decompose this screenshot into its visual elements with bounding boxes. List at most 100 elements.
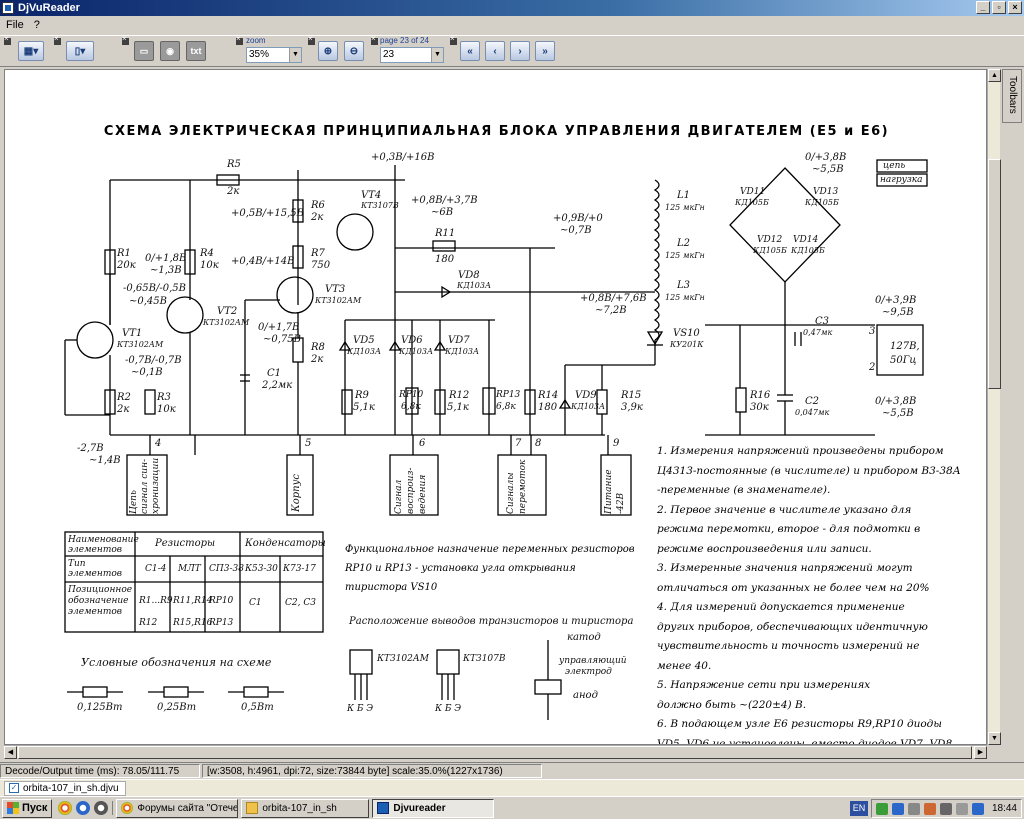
network-icon[interactable] [971, 802, 984, 815]
toolbar-grip-icon[interactable] [371, 34, 378, 45]
toolbar-grip-icon[interactable] [450, 34, 457, 45]
tray-icon[interactable] [891, 802, 904, 815]
label-vt1-type: КТ3102АМ [117, 340, 164, 349]
label-vt1-e: -0,7В/-0,7В [125, 355, 182, 366]
pin-4: 4 [155, 438, 162, 449]
restore-button[interactable]: ▫ [992, 1, 1006, 14]
toolbar-grip-icon[interactable] [236, 34, 243, 45]
connector-78-label: Сигналы перемоток [505, 458, 545, 514]
toolbar-grip-icon[interactable] [4, 34, 11, 45]
zoom-value: 35% [249, 49, 270, 60]
prev-page-button[interactable]: ‹ [485, 41, 505, 61]
file-tab[interactable]: ✓ orbita-107_in_sh.djvu [4, 780, 126, 796]
tray-icon[interactable] [907, 802, 920, 815]
note-line: других приборов, обеспечивающих идентичн… [657, 620, 928, 633]
page-label: page 23 of 24 [380, 36, 429, 45]
zoom-in-button[interactable]: ⊕ [318, 41, 338, 61]
layout-button[interactable]: ▦▾ [18, 41, 44, 61]
zoom-out-button[interactable]: ⊖ [344, 41, 364, 61]
label-vt2-type: КТ3102АМ [203, 318, 250, 327]
title-bar[interactable]: DjVuReader _ ▫ × [0, 0, 1024, 16]
notes-block: 1. Измерения напряжений произведены приб… [657, 442, 961, 744]
note-line: режима перемотки, второе - для подмотки … [657, 523, 921, 535]
menu-file[interactable]: File [6, 19, 24, 31]
vertical-scrollbar[interactable]: ▲ ▼ [987, 69, 1001, 745]
last-page-button[interactable]: » [535, 41, 555, 61]
tray-icon[interactable] [875, 802, 888, 815]
table-header-resistors: Резисторы [155, 538, 216, 549]
next-page-button[interactable]: › [510, 41, 530, 61]
menu-help[interactable]: ? [34, 19, 40, 31]
tray-icon[interactable] [955, 802, 968, 815]
browser-icon[interactable] [76, 801, 91, 815]
note-line: режиме воспроизведения или записи. [657, 542, 872, 555]
start-button[interactable]: Пуск [2, 798, 53, 818]
clock[interactable]: 18:44 [992, 803, 1017, 814]
label-l2-value: 125 мкГн [665, 251, 705, 260]
volume-icon[interactable] [939, 802, 952, 815]
parts-table: Наименование элементов Резисторы Конденс… [65, 532, 326, 632]
label-vt4-e2: ~6В [431, 207, 454, 218]
label-vd8-type: КД103А [457, 281, 492, 290]
media-player-icon[interactable] [94, 801, 109, 815]
label-pin4-v2: ~1,4В [89, 455, 121, 466]
text-mode-button[interactable]: txt [186, 41, 206, 61]
toolbars-side-tab[interactable]: Toolbars [1002, 69, 1022, 123]
label-vd9-type: КД103А [571, 402, 606, 411]
horizontal-scrollbar[interactable]: ◀ ▶ [4, 745, 987, 759]
scroll-up-icon[interactable]: ▲ [988, 69, 1001, 82]
toolbar-grip-icon[interactable] [308, 34, 315, 45]
label-r9-value: 5,1к [353, 402, 375, 413]
scroll-thumb[interactable] [988, 159, 1001, 389]
note-line: Ц4313-постоянные (в числителе) и приборо… [657, 464, 961, 477]
label-r7-value: 750 [311, 260, 331, 271]
scroll-left-icon[interactable]: ◀ [4, 746, 17, 759]
chevron-down-icon: ▼ [289, 48, 301, 62]
pinout-t2: КТ3107В [463, 654, 506, 664]
app-icon [2, 2, 14, 14]
scroll-down-icon[interactable]: ▼ [988, 732, 1001, 745]
scroll-right-icon[interactable]: ▶ [974, 746, 987, 759]
document-view[interactable]: СХЕМА ЭЛЕКТРИЧЕСКАЯ ПРИНЦИПИАЛЬНАЯ БЛОКА… [4, 69, 987, 745]
label-vt3-e2: ~0,75В [263, 334, 301, 345]
minimize-button[interactable]: _ [976, 1, 990, 14]
select-rect-button[interactable]: ▭ [134, 41, 154, 61]
close-button[interactable]: × [1008, 1, 1022, 14]
page-select[interactable]: 23 ▼ [380, 47, 444, 63]
table-cell: СП3-38 [209, 564, 244, 574]
language-indicator[interactable]: EN [850, 801, 868, 816]
label-top-vt4: +0,3В/+16В [371, 152, 435, 163]
toolbar-grip-icon[interactable] [122, 34, 129, 45]
label-r14-value: 180 [538, 402, 558, 413]
page-view-button[interactable]: ▯▾ [66, 41, 94, 61]
table-cell: R11,R14 R15,R16 [173, 596, 213, 628]
zoom-select[interactable]: 35% ▼ [246, 47, 302, 63]
label-r11: R11 [435, 228, 456, 239]
zoom-label: zoom [246, 36, 266, 45]
label-l2: L2 [677, 238, 691, 249]
label-r6: R6 [311, 200, 325, 211]
connector-9-label: Питание -42В [603, 458, 631, 514]
task-folder[interactable]: orbita-107_in_sh [241, 798, 370, 818]
first-page-button[interactable]: « [460, 41, 480, 61]
connector-4-label: Цепь сигнал син- хронизации [129, 458, 167, 514]
legend-item-025: 0,25Вт [157, 702, 197, 713]
label-vs10: VS10 [673, 328, 700, 339]
djvureader-icon [377, 802, 390, 814]
start-label: Пуск [22, 802, 48, 814]
task-chrome-forum[interactable]: Форумы сайта "Отечес... [116, 798, 239, 818]
chrome-icon[interactable] [58, 801, 73, 815]
label-vt3: VT3 [325, 284, 346, 295]
label-vd11: VD11 [740, 187, 766, 197]
tray-icon[interactable] [923, 802, 936, 815]
label-load2: нагрузка [880, 175, 923, 185]
label-r2-value: 2к [117, 404, 130, 415]
note-line: 2. Первое значение в числителе указано д… [657, 503, 912, 516]
connector-5-label: Корпус [291, 473, 302, 512]
label-vs10-v2: ~7,2В [595, 305, 627, 316]
task-djvureader[interactable]: Djvureader [372, 798, 495, 818]
scroll-thumb-horizontal[interactable] [18, 746, 972, 759]
label-r9: R9 [355, 390, 369, 401]
toolbar-grip-icon[interactable] [54, 34, 61, 45]
snapshot-button[interactable]: ◉ [160, 41, 180, 61]
